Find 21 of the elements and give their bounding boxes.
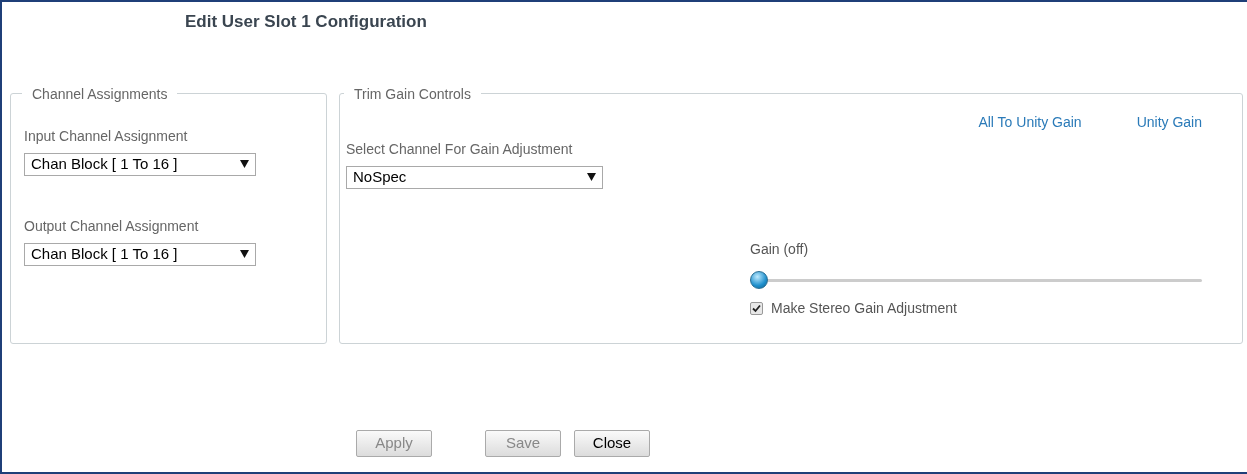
caret-icon [240,250,249,258]
caret-icon [587,173,596,181]
dropdown[interactable]: Chan Block [ 1 To 16 ] [24,242,256,266]
caret-icon [240,160,249,168]
panel-legend: Channel Assignments [32,85,168,102]
link[interactable]: All To Unity Gain [978,111,1082,133]
dialog-button[interactable]: Close [574,429,650,457]
checkbox[interactable] [750,301,763,315]
field-label: Input Channel Assignment [24,126,189,146]
gain-slider[interactable] [750,269,1202,290]
dropdown[interactable]: Chan Block [ 1 To 16 ] [24,152,256,176]
panel-legend: Trim Gain Controls [354,85,471,102]
dialog-title: Edit User Slot 1 Configuration [185,12,427,31]
link[interactable]: Unity Gain [1136,111,1202,133]
field-label: Output Channel Assignment [24,216,200,236]
field-label: Select Channel For Gain Adjustment [346,139,574,159]
checkbox-label: Make Stereo Gain Adjustment [771,298,957,318]
dropdown[interactable]: NoSpec [346,165,603,189]
checkmark-icon [752,303,761,313]
slider-thumb[interactable] [750,270,768,289]
gain-label: Gain (off) [750,239,810,259]
